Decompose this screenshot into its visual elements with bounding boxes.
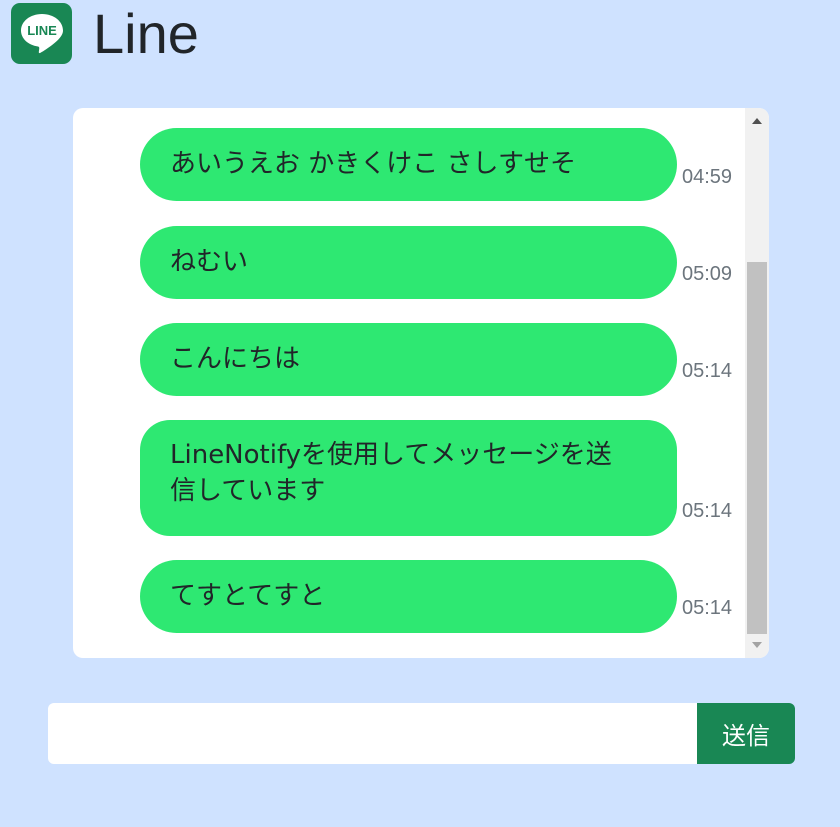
line-logo-icon: LINE [11,2,72,64]
message-bubble: こんにちは [140,323,677,396]
message-time: 05:14 [682,597,733,619]
message-time: 04:59 [682,166,733,188]
message-bubble: あいうえお かきくけこ さしすせそ [140,128,677,201]
message-time: 05:14 [682,360,733,382]
chat-window: あいうえお かきくけこ さしすせそ 04:59 ねむい 05:09 こんにちは … [73,108,769,658]
app-title: Line [93,2,199,65]
message-bubble: LineNotifyを使用してメッセージを送信しています [140,420,677,536]
message-input[interactable] [48,703,697,764]
message-text: あいうえお かきくけこ さしすせそ [170,149,577,180]
message-text: てすとてすと [170,581,326,612]
svg-text:LINE: LINE [27,23,57,38]
scrollbar-thumb[interactable] [747,262,767,634]
message-time: 05:09 [682,263,733,285]
message-bubble: ねむい [140,226,677,299]
chat-scrollbar[interactable] [745,108,769,658]
message-text: こんにちは [170,344,301,375]
message-time: 05:14 [682,500,733,522]
message-composer: 送信 [48,703,795,764]
app-header: LINE Line [11,0,199,66]
message-text: LineNotifyを使用してメッセージを送信しています [170,440,612,507]
send-button[interactable]: 送信 [697,703,795,764]
scroll-up-icon[interactable] [745,108,769,132]
message-text: ねむい [170,247,249,278]
message-bubble: てすとてすと [140,560,677,633]
scroll-down-icon[interactable] [745,634,769,658]
message-list: あいうえお かきくけこ さしすせそ 04:59 ねむい 05:09 こんにちは … [73,108,745,658]
